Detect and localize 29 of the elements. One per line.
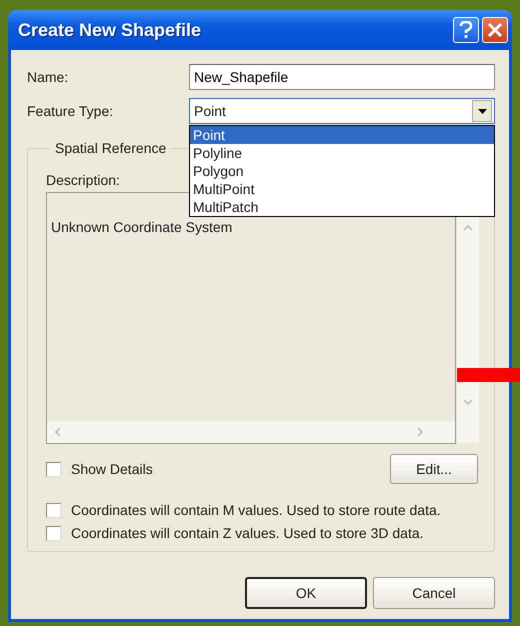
- dropdown-button[interactable]: [472, 100, 492, 122]
- feature-type-label: Feature Type:: [27, 103, 114, 119]
- feature-type-dropdown[interactable]: Point: [189, 98, 495, 124]
- dialog-button[interactable]: OK: [245, 577, 367, 609]
- edit-button[interactable]: Edit...: [390, 454, 478, 484]
- checkbox[interactable]: [46, 502, 61, 518]
- dialog-button[interactable]: Cancel: [373, 577, 495, 609]
- dropdown-option[interactable]: Point: [190, 126, 494, 144]
- help-icon: [459, 21, 473, 39]
- dropdown-option[interactable]: Polygon: [190, 162, 494, 180]
- dropdown-option[interactable]: MultiPoint: [190, 180, 494, 198]
- close-icon: [487, 22, 503, 38]
- name-label: Name:: [27, 69, 70, 85]
- window-title: Create New Shapefile: [18, 20, 202, 40]
- description-label: Description:: [46, 172, 120, 188]
- group-title: Spatial Reference: [54, 140, 168, 156]
- checkbox-label: Coordinates will contain M values. Used to store route data.: [71, 502, 441, 518]
- dropdown-option[interactable]: Polyline: [190, 144, 494, 162]
- dropdown-option[interactable]: MultiPatch: [190, 198, 494, 216]
- checkbox[interactable]: [46, 526, 61, 540]
- checkbox[interactable]: [46, 462, 61, 476]
- checkbox-label: Coordinates will contain Z values. Used to store 3D data.: [71, 525, 424, 541]
- help-button[interactable]: [453, 17, 479, 43]
- close-button[interactable]: [482, 17, 508, 43]
- caret-icon: [478, 108, 486, 114]
- name-field[interactable]: New_Shapefile: [189, 64, 495, 90]
- show-details-label: Show Details: [71, 461, 153, 477]
- annotation-bar: [457, 368, 520, 382]
- description-text: Unknown Coordinate System: [51, 219, 232, 235]
